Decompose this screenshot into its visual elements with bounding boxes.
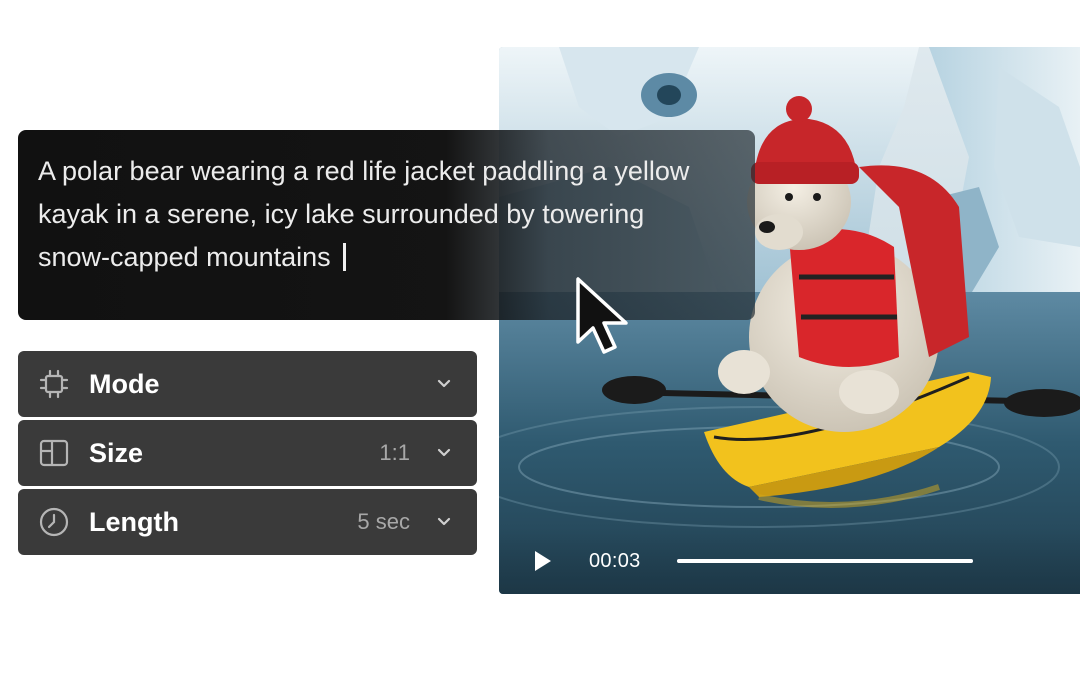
mode-label: Mode [89,369,160,399]
clock-icon [38,506,70,538]
length-value: 5 sec [357,509,410,534]
length-label: Length [89,507,179,537]
video-progress-bar[interactable] [677,559,973,563]
size-select[interactable]: Size 1:1 [18,420,477,486]
mode-select[interactable]: Mode [18,351,477,417]
video-controls: 00:03 [499,528,1080,594]
length-select[interactable]: Length 5 sec [18,489,477,555]
chevron-down-icon [435,375,453,393]
prompt-input[interactable]: A polar bear wearing a red life jacket p… [18,130,755,320]
chevron-down-icon [435,444,453,462]
size-value: 1:1 [379,440,410,465]
video-progress-fill [677,559,973,563]
text-caret [342,243,346,271]
aspect-ratio-icon [38,437,70,469]
play-button[interactable] [529,548,555,574]
chip-icon [38,368,70,400]
play-icon [535,551,551,571]
prompt-text-value: A polar bear wearing a red life jacket p… [38,156,690,272]
video-timestamp: 00:03 [589,550,641,572]
prompt-text[interactable]: A polar bear wearing a red life jacket p… [38,150,698,279]
size-label: Size [89,438,144,468]
chevron-down-icon [435,513,453,531]
